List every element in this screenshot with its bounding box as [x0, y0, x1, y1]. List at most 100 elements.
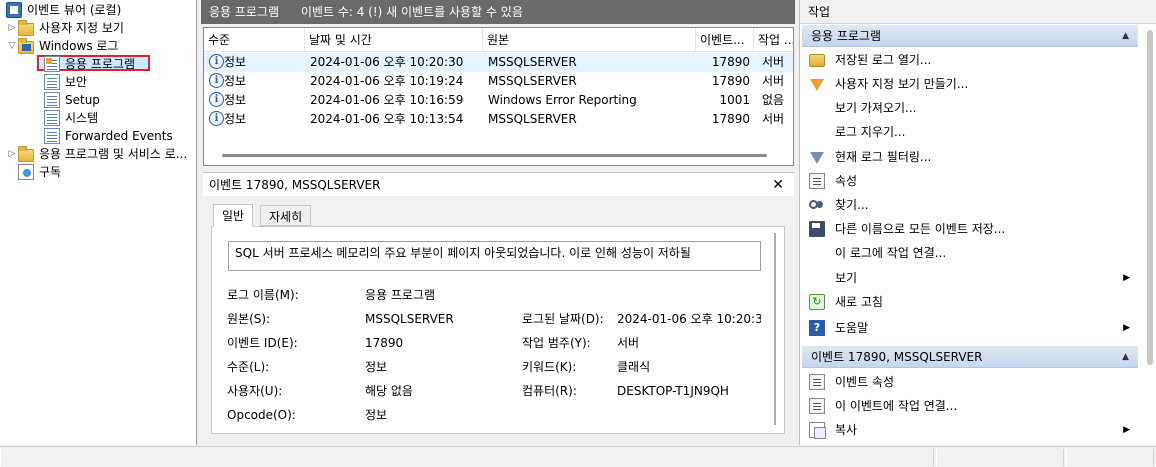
action-label: 보기 가져오기... — [835, 101, 917, 115]
windows-logs-folder-icon — [18, 37, 34, 54]
tree-item-log-application[interactable]: 응용 프로그램 — [44, 55, 135, 73]
copy-icon — [809, 422, 826, 439]
action-refresh[interactable]: ↻ 새로 고침 — [802, 290, 1138, 314]
action-open-saved-log[interactable]: 저장된 로그 열기... — [802, 48, 1138, 72]
action-label: 복사 — [835, 423, 858, 437]
submenu-arrow-icon: ▶ — [1123, 273, 1130, 283]
event-row[interactable]: i 정보 2024-01-06 오후 10:13:54 MSSQLSERVER 1… — [204, 110, 793, 129]
event-row[interactable]: i 정보 2024-01-06 오후 10:19:24 MSSQLSERVER 1… — [204, 72, 793, 91]
event-level: 정보 — [224, 55, 247, 69]
event-level: 정보 — [224, 93, 247, 107]
tab-details[interactable]: 자세히 — [260, 205, 312, 226]
tree-item-label: 응용 프로그램 및 서비스 로... — [39, 147, 188, 161]
level-value: 정보 — [365, 360, 388, 374]
log-icon — [44, 128, 60, 144]
logged-date-label: 로그된 날짜(D): — [522, 312, 604, 326]
event-datetime: 2024-01-06 오후 10:19:24 — [310, 74, 464, 88]
chevron-down-icon[interactable]: ▽ — [6, 37, 18, 55]
column-header-task[interactable]: 작업 ... — [754, 28, 793, 52]
event-row[interactable]: i 정보 2024-01-06 오후 10:20:30 MSSQLSERVER 1… — [204, 53, 793, 72]
event-count-text[interactable]: 이벤트 수: 4 (!) 새 이벤트를 사용할 수 있음 — [301, 5, 523, 19]
horizontal-scrollbar[interactable] — [222, 154, 767, 157]
task-category-value: 서버 — [617, 336, 640, 350]
user-value: 해당 없음 — [365, 384, 413, 398]
actions-group-event[interactable]: 이벤트 17890, MSSQLSERVER ▲ — [802, 346, 1138, 368]
close-icon[interactable]: ✕ — [772, 173, 784, 197]
filter-icon — [810, 152, 824, 164]
user-label: 사용자(U): — [227, 384, 283, 398]
info-icon: i — [209, 54, 224, 69]
action-label: 찾기... — [835, 198, 869, 212]
submenu-arrow-icon: ▶ — [1123, 425, 1130, 435]
tree-item-log-setup[interactable]: Setup — [44, 91, 100, 109]
action-filter-current-log[interactable]: 현재 로그 필터링... — [802, 145, 1138, 169]
event-description[interactable]: SQL 서버 프로세스 메모리의 주요 부분이 페이지 아웃되었습니다. 이로 … — [228, 241, 761, 271]
event-id-label: 이벤트 ID(E): — [227, 336, 298, 350]
column-header-datetime[interactable]: 날짜 및 시간 — [305, 28, 483, 52]
log-icon — [44, 110, 60, 126]
actions-scrollbar[interactable] — [1147, 30, 1153, 365]
submenu-arrow-icon: ▶ — [1123, 323, 1130, 333]
tree-item-log-forwarded[interactable]: Forwarded Events — [44, 127, 173, 145]
event-category: 서버 — [762, 74, 785, 88]
help-icon: ? — [809, 320, 825, 336]
attach-task-icon — [809, 398, 825, 414]
action-find[interactable]: 찾기... — [802, 193, 1138, 217]
collapse-icon[interactable]: ▲ — [1122, 346, 1129, 368]
action-properties[interactable]: 속성 — [802, 169, 1138, 193]
action-label: 이벤트 속성 — [835, 375, 895, 389]
tree-item-custom-views[interactable]: ▷ 사용자 지정 보기 — [6, 19, 124, 37]
tree-item-subscriptions[interactable]: 구독 — [18, 163, 61, 181]
tree-root-label: 이벤트 뷰어 (로컬) — [27, 3, 122, 17]
action-save-all-events[interactable]: 다른 이름으로 모든 이벤트 저장... — [802, 217, 1138, 241]
event-id: 17890 — [711, 112, 750, 126]
middle-pane: 응용 프로그램 이벤트 수: 4 (!) 새 이벤트를 사용할 수 있음 수준 … — [201, 0, 795, 445]
tree-item-log-security[interactable]: 보안 — [44, 73, 87, 91]
column-header-event-id[interactable]: 이벤트... — [696, 28, 754, 52]
action-label: 이 로그에 작업 연결... — [835, 246, 947, 260]
chevron-right-icon[interactable]: ▷ — [6, 19, 18, 37]
info-icon: i — [209, 111, 224, 126]
action-attach-task-to-log[interactable]: 이 로그에 작업 연결... — [802, 241, 1138, 265]
tree-item-label: 응용 프로그램 — [65, 57, 136, 71]
action-help[interactable]: ? 도움말 ▶ — [802, 316, 1138, 340]
tree-root[interactable]: 이벤트 뷰어 (로컬) — [6, 1, 121, 19]
event-category: 서버 — [762, 55, 785, 69]
chevron-right-icon[interactable]: ▷ — [6, 145, 18, 163]
tree-item-log-system[interactable]: 시스템 — [44, 109, 98, 127]
computer-label: 컴퓨터(R): — [522, 384, 577, 398]
info-icon: i — [209, 73, 224, 88]
keywords-value: 클래식 — [617, 360, 651, 374]
folder-icon — [18, 19, 34, 36]
log-name-label: 로그 이름(M): — [227, 288, 299, 302]
actions-group-log[interactable]: 응용 프로그램 ▲ — [802, 25, 1138, 47]
action-attach-task-to-event[interactable]: 이 이벤트에 작업 연결... — [802, 394, 1138, 418]
action-create-custom-view[interactable]: 사용자 지정 보기 만들기... — [802, 72, 1138, 96]
collapse-icon[interactable]: ▲ — [1122, 25, 1129, 47]
tree-item-label: 구독 — [39, 165, 62, 179]
navigation-tree: 이벤트 뷰어 (로컬) ▷ 사용자 지정 보기 ▽ Windows 로그 응용 … — [0, 0, 197, 445]
tree-item-windows-logs[interactable]: ▽ Windows 로그 — [6, 37, 118, 55]
tab-general[interactable]: 일반 — [213, 204, 254, 227]
save-icon — [809, 221, 825, 237]
keywords-label: 키워드(K): — [522, 360, 577, 374]
event-viewer-icon — [6, 2, 22, 18]
action-clear-log[interactable]: 로그 지우기... — [802, 120, 1138, 144]
action-copy[interactable]: 복사 ▶ — [802, 418, 1138, 442]
status-segment — [0, 449, 934, 466]
opcode-label: Opcode(O): — [227, 408, 296, 422]
action-label: 새로 고침 — [835, 295, 883, 309]
action-view[interactable]: 보기 ▶ — [802, 266, 1138, 290]
tree-item-app-services[interactable]: ▷ 응용 프로그램 및 서비스 로... — [6, 145, 187, 163]
column-header-level[interactable]: 수준 — [204, 28, 305, 52]
action-event-properties[interactable]: 이벤트 속성 — [802, 370, 1138, 394]
action-label: 도움말 — [835, 321, 869, 335]
tree-item-label: Forwarded Events — [65, 129, 173, 143]
column-header-source[interactable]: 원본 — [483, 28, 696, 52]
event-list-header: 수준 날짜 및 시간 원본 이벤트... 작업 ... — [204, 28, 793, 52]
open-folder-icon — [809, 54, 825, 67]
action-label: 이 이벤트에 작업 연결... — [835, 399, 958, 413]
action-import-view[interactable]: 보기 가져오기... — [802, 96, 1138, 120]
vertical-scrollbar[interactable] — [774, 233, 776, 425]
event-row[interactable]: i 정보 2024-01-06 오후 10:16:59 Windows Error… — [204, 91, 793, 110]
